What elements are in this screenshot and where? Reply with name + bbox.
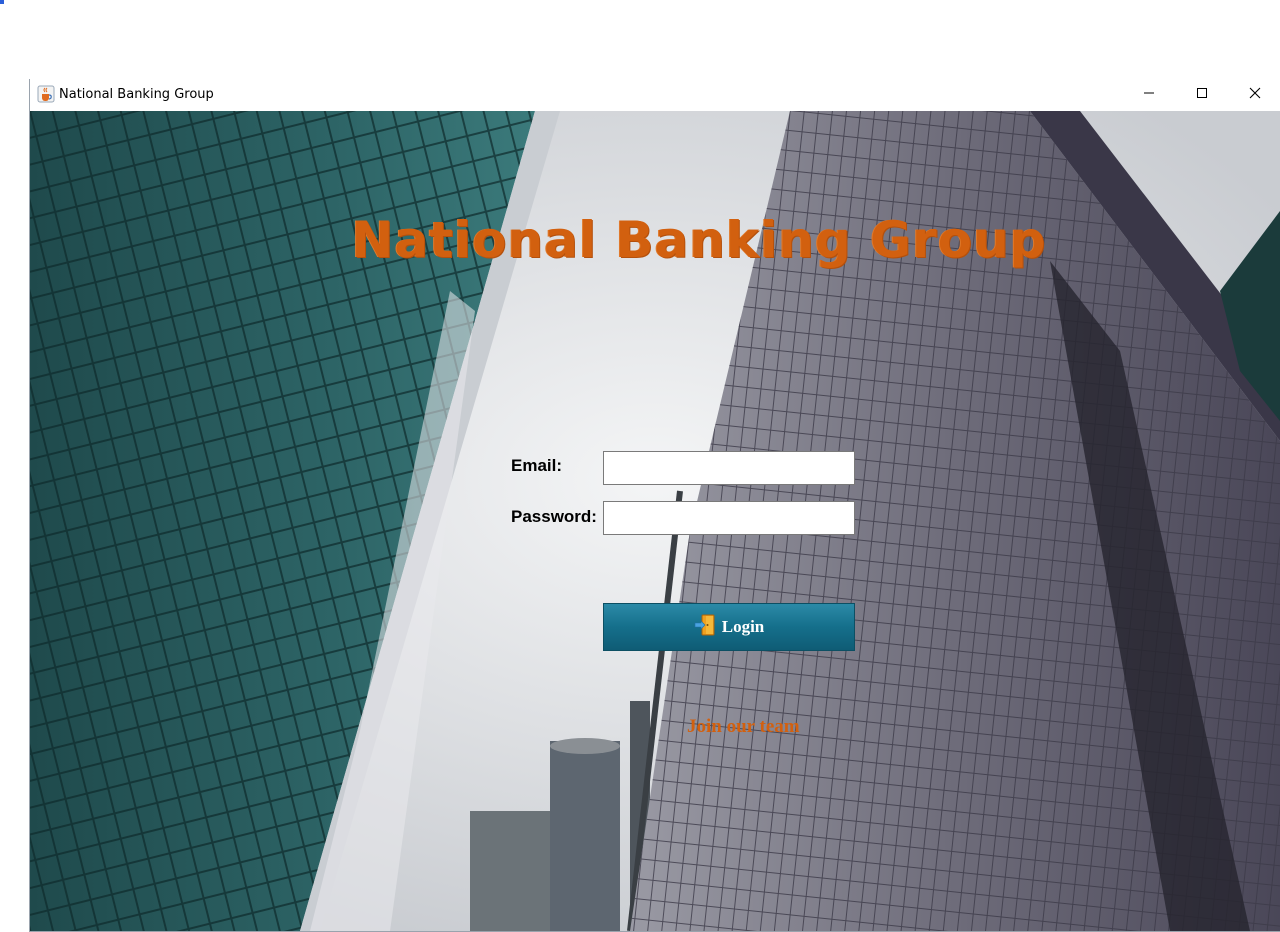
minimize-icon [1143,86,1155,104]
app-window: National Banking Group National Banking … [29,79,1280,932]
maximize-button[interactable] [1175,79,1228,111]
password-label: Password: [511,507,597,526]
title-bar[interactable]: National Banking Group [30,79,1280,111]
minimize-button[interactable] [1122,79,1175,111]
login-label: Login [721,617,765,636]
desktop-corner-mark [0,0,4,4]
java-cup-icon [37,85,55,103]
brand-title: National Banking Group [351,211,1047,269]
close-button[interactable] [1228,79,1280,111]
window-title: National Banking Group [59,87,214,102]
email-field[interactable] [603,451,855,485]
email-label: Email: [511,456,563,475]
login-panel: National Banking Group Email: Password: … [30,111,1280,931]
password-field[interactable] [603,501,855,535]
maximize-icon [1196,86,1208,104]
close-icon [1249,86,1261,104]
join-our-team-link[interactable]: Join our team [687,716,800,738]
login-button[interactable]: Login [603,603,855,651]
door-enter-icon [694,613,718,642]
